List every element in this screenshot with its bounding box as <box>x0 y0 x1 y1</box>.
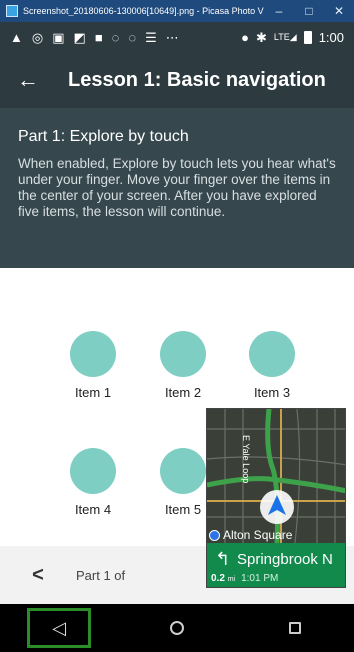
status-bar: ▲ ◎ ▣ ◩ ■ ◌ ◌ ☰ ⋯ ● ✱ LTE◢ 1:00 <box>0 22 354 52</box>
item-circle <box>70 448 116 494</box>
minimize-button[interactable]: – <box>264 4 294 18</box>
lesson-description-panel: Part 1: Explore by touch When enabled, E… <box>0 108 354 268</box>
app-toolbar: ← Lesson 1: Basic navigation <box>0 52 354 108</box>
lesson-body: When enabled, Explore by touch lets you … <box>18 156 336 219</box>
nav-home-button[interactable] <box>145 608 209 648</box>
previous-page-button[interactable]: < <box>0 564 76 587</box>
nav-back-button[interactable]: ◁ <box>27 608 91 648</box>
gmail-icon: ▣ <box>52 29 65 45</box>
nav-recents-button[interactable] <box>263 608 327 648</box>
location-pin-icon: ● <box>241 29 250 45</box>
place-name: Alton Square <box>223 528 293 542</box>
recents-square-icon <box>289 622 301 634</box>
chrome-icon: ◎ <box>31 29 44 45</box>
maximize-button[interactable]: □ <box>294 4 324 18</box>
item-label: Item 3 <box>253 385 291 400</box>
item-circle <box>160 331 206 377</box>
item-circle <box>160 448 206 494</box>
navigation-icon: ▲ <box>10 29 23 45</box>
item-label: Item 2 <box>164 385 202 400</box>
road-label: E Yale Loop <box>241 435 251 484</box>
location-icon: ◌ <box>128 29 137 45</box>
item-label: Item 1 <box>74 385 112 400</box>
item-label: Item 4 <box>74 502 112 517</box>
map-view[interactable] <box>207 409 346 543</box>
place-pin-icon <box>209 529 220 541</box>
keyboard-icon: ☰ <box>145 29 157 45</box>
picasa-icon <box>6 5 18 17</box>
signal-icon: LTE◢ <box>273 31 297 42</box>
status-time: 1:00 <box>318 29 344 45</box>
practice-item-4[interactable]: Item 4 <box>53 448 133 517</box>
turn-instruction-card[interactable]: ↰ Springbrook N 0.2 mi 1:01 PM <box>207 543 345 587</box>
flag-icon: ■ <box>94 29 103 45</box>
android-nav-bar: ◁ <box>0 604 354 652</box>
eta-time: 1:01 PM <box>241 573 279 584</box>
more-icon: ⋯ <box>165 29 179 45</box>
battery-icon <box>303 30 312 44</box>
lte-label: LTE <box>273 31 290 42</box>
next-street: Springbrook N <box>237 551 333 568</box>
map-navigation-overlay[interactable]: E Yale Loop Alton Square ↰ Springbrook N… <box>206 408 346 588</box>
practice-item-1[interactable]: Item 1 <box>53 331 133 400</box>
home-circle-icon <box>170 621 184 635</box>
page-indicator: Part 1 of <box>76 567 126 583</box>
window-title: Screenshot_20180606-130006[10649].png - … <box>23 6 264 16</box>
distance-value: 0.2 <box>211 573 225 584</box>
place-marker: Alton Square <box>209 528 292 542</box>
back-arrow-icon[interactable]: ← <box>0 67 56 93</box>
page-title: Lesson 1: Basic navigation <box>68 68 326 91</box>
lesson-heading: Part 1: Explore by touch <box>18 128 189 145</box>
item-circle <box>249 331 295 377</box>
bluetooth-icon: ✱ <box>256 29 267 45</box>
practice-item-3[interactable]: Item 3 <box>232 331 312 400</box>
turn-left-icon: ↰ <box>215 549 231 569</box>
practice-item-2[interactable]: Item 2 <box>143 331 223 400</box>
item-circle <box>70 331 116 377</box>
distance-unit: mi <box>227 576 236 583</box>
viewer-title-bar: Screenshot_20180606-130006[10649].png - … <box>0 0 354 22</box>
close-button[interactable]: ✕ <box>324 4 354 18</box>
back-triangle-icon: ◁ <box>52 617 66 638</box>
image-icon: ◩ <box>73 29 86 45</box>
location-icon: ◌ <box>111 29 120 45</box>
turn-distance: 0.2 mi <box>211 573 235 584</box>
